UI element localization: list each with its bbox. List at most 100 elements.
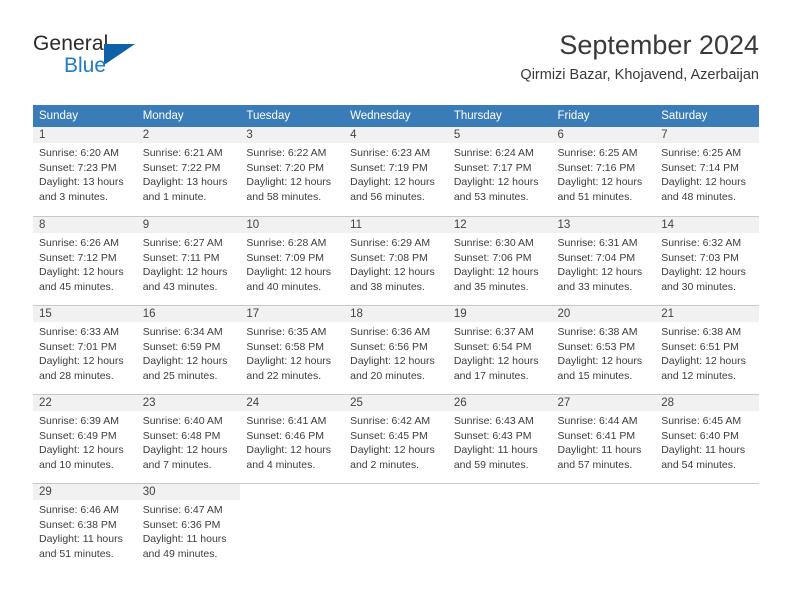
day-number: 26 (447, 395, 552, 411)
day-cell-15[interactable]: 15 Sunrise: 6:33 AM Sunset: 7:01 PM Dayl… (33, 305, 137, 394)
calendar-cell[interactable]: 29 Sunrise: 6:46 AM Sunset: 6:38 PM Dayl… (33, 483, 137, 572)
daylight-text-line1: Daylight: 12 hours (142, 266, 228, 279)
daylight-text-line2: and 4 minutes. (246, 458, 316, 471)
sunrise-text: Sunrise: 6:33 AM (39, 326, 119, 338)
sunrise-text: Sunrise: 6:35 AM (246, 326, 327, 338)
logo-text-general: General (33, 32, 109, 55)
day-details: Sunrise: 6:25 AM Sunset: 7:16 PM Dayligh… (552, 143, 656, 204)
calendar-cell[interactable]: 30 Sunrise: 6:47 AM Sunset: 6:36 PM Dayl… (136, 483, 241, 572)
calendar-cell[interactable]: 19 Sunrise: 6:37 AM Sunset: 6:54 PM Dayl… (447, 305, 552, 394)
day-cell-16[interactable]: 16 Sunrise: 6:34 AM Sunset: 6:59 PM Dayl… (136, 305, 241, 394)
calendar-cell[interactable]: 16 Sunrise: 6:34 AM Sunset: 6:59 PM Dayl… (136, 305, 241, 394)
daylight-text-line2: and 45 minutes. (39, 280, 114, 293)
calendar-cell[interactable]: 22 Sunrise: 6:39 AM Sunset: 6:49 PM Dayl… (33, 394, 137, 483)
day-cell-8[interactable]: 8 Sunrise: 6:26 AM Sunset: 7:12 PM Dayli… (33, 216, 137, 305)
calendar-cell[interactable]: 2 Sunrise: 6:21 AM Sunset: 7:22 PM Dayli… (136, 127, 241, 216)
daylight-text-line2: and 43 minutes. (142, 280, 218, 293)
day-details: Sunrise: 6:39 AM Sunset: 6:49 PM Dayligh… (33, 411, 137, 472)
day-cell-11[interactable]: 11 Sunrise: 6:29 AM Sunset: 7:08 PM Dayl… (344, 216, 448, 305)
calendar-cell[interactable]: 27 Sunrise: 6:44 AM Sunset: 6:41 PM Dayl… (551, 394, 656, 483)
sunset-text: Sunset: 7:19 PM (350, 161, 428, 174)
calendar-cell[interactable]: 10 Sunrise: 6:28 AM Sunset: 7:09 PM Dayl… (240, 216, 345, 305)
day-cell-4[interactable]: 4 Sunrise: 6:23 AM Sunset: 7:19 PM Dayli… (344, 127, 448, 216)
day-cell-7[interactable]: 7 Sunrise: 6:25 AM Sunset: 7:14 PM Dayli… (655, 127, 759, 216)
calendar-cell[interactable]: 25 Sunrise: 6:42 AM Sunset: 6:45 PM Dayl… (344, 394, 448, 483)
day-cell-17[interactable]: 17 Sunrise: 6:35 AM Sunset: 6:58 PM Dayl… (240, 305, 345, 394)
calendar-cell[interactable]: 5 Sunrise: 6:24 AM Sunset: 7:17 PM Dayli… (447, 127, 552, 216)
day-number (448, 484, 552, 500)
day-cell-2[interactable]: 2 Sunrise: 6:21 AM Sunset: 7:22 PM Dayli… (136, 127, 241, 216)
calendar-cell[interactable]: 8 Sunrise: 6:26 AM Sunset: 7:12 PM Dayli… (33, 216, 137, 305)
calendar-cell[interactable]: 17 Sunrise: 6:35 AM Sunset: 6:58 PM Dayl… (240, 305, 345, 394)
calendar-cell[interactable]: 11 Sunrise: 6:29 AM Sunset: 7:08 PM Dayl… (344, 216, 448, 305)
sunset-text: Sunset: 7:22 PM (142, 161, 221, 174)
day-cell-23[interactable]: 23 Sunrise: 6:40 AM Sunset: 6:48 PM Dayl… (136, 394, 241, 483)
day-cell-25[interactable]: 25 Sunrise: 6:42 AM Sunset: 6:45 PM Dayl… (344, 394, 448, 483)
day-cell-18[interactable]: 18 Sunrise: 6:36 AM Sunset: 6:56 PM Dayl… (344, 305, 448, 394)
day-cell-26[interactable]: 26 Sunrise: 6:43 AM Sunset: 6:43 PM Dayl… (447, 394, 552, 483)
day-cell-12[interactable]: 12 Sunrise: 6:30 AM Sunset: 7:06 PM Dayl… (447, 216, 552, 305)
day-number: 1 (33, 127, 137, 143)
calendar-cell[interactable]: 28 Sunrise: 6:45 AM Sunset: 6:40 PM Dayl… (655, 394, 759, 483)
sunrise-text: Sunrise: 6:36 AM (350, 326, 431, 338)
calendar-cell[interactable]: 15 Sunrise: 6:33 AM Sunset: 7:01 PM Dayl… (33, 305, 137, 394)
calendar-cell[interactable]: 26 Sunrise: 6:43 AM Sunset: 6:43 PM Dayl… (447, 394, 552, 483)
calendar-cell[interactable]: 6 Sunrise: 6:25 AM Sunset: 7:16 PM Dayli… (551, 127, 656, 216)
day-cell-6[interactable]: 6 Sunrise: 6:25 AM Sunset: 7:16 PM Dayli… (551, 127, 656, 216)
day-cell-21[interactable]: 21 Sunrise: 6:38 AM Sunset: 6:51 PM Dayl… (655, 305, 759, 394)
day-cell-20[interactable]: 20 Sunrise: 6:38 AM Sunset: 6:53 PM Dayl… (551, 305, 656, 394)
daylight-text-line1: Daylight: 12 hours (453, 176, 539, 189)
day-number: 21 (655, 306, 759, 322)
day-details: Sunrise: 6:27 AM Sunset: 7:11 PM Dayligh… (137, 233, 241, 294)
calendar-cell[interactable]: 4 Sunrise: 6:23 AM Sunset: 7:19 PM Dayli… (344, 127, 448, 216)
daylight-text-line1: Daylight: 12 hours (39, 266, 124, 279)
calendar-cell[interactable]: 9 Sunrise: 6:27 AM Sunset: 7:11 PM Dayli… (136, 216, 241, 305)
day-cell-28[interactable]: 28 Sunrise: 6:45 AM Sunset: 6:40 PM Dayl… (655, 394, 759, 483)
calendar-cell[interactable]: 3 Sunrise: 6:22 AM Sunset: 7:20 PM Dayli… (240, 127, 345, 216)
weekday-header-thursday: Thursday (447, 105, 552, 127)
day-cell-3[interactable]: 3 Sunrise: 6:22 AM Sunset: 7:20 PM Dayli… (240, 127, 345, 216)
day-cell-22[interactable]: 22 Sunrise: 6:39 AM Sunset: 6:49 PM Dayl… (33, 394, 137, 483)
day-cell-14[interactable]: 14 Sunrise: 6:32 AM Sunset: 7:03 PM Dayl… (655, 216, 759, 305)
daylight-text-line1: Daylight: 12 hours (453, 355, 539, 368)
day-details: Sunrise: 6:47 AM Sunset: 6:36 PM Dayligh… (137, 500, 241, 561)
day-cell-13[interactable]: 13 Sunrise: 6:31 AM Sunset: 7:04 PM Dayl… (551, 216, 656, 305)
calendar-cell[interactable]: 12 Sunrise: 6:30 AM Sunset: 7:06 PM Dayl… (447, 216, 552, 305)
day-cell-9[interactable]: 9 Sunrise: 6:27 AM Sunset: 7:11 PM Dayli… (136, 216, 241, 305)
day-number: 4 (344, 127, 448, 143)
sunrise-text: Sunrise: 6:24 AM (453, 147, 534, 159)
daylight-text-line2: and 22 minutes. (246, 369, 322, 382)
week-row: 8 Sunrise: 6:26 AM Sunset: 7:12 PM Dayli… (33, 216, 759, 305)
weekday-header-row: Sunday Monday Tuesday Wednesday Thursday… (33, 105, 759, 127)
daylight-text-line1: Daylight: 11 hours (453, 444, 538, 457)
day-number: 30 (136, 484, 241, 500)
calendar-cell[interactable]: 23 Sunrise: 6:40 AM Sunset: 6:48 PM Dayl… (136, 394, 241, 483)
calendar-cell[interactable]: 20 Sunrise: 6:38 AM Sunset: 6:53 PM Dayl… (551, 305, 656, 394)
calendar-cell[interactable]: 21 Sunrise: 6:38 AM Sunset: 6:51 PM Dayl… (655, 305, 759, 394)
calendar-cell[interactable]: 1 Sunrise: 6:20 AM Sunset: 7:23 PM Dayli… (33, 127, 137, 216)
day-cell-19[interactable]: 19 Sunrise: 6:37 AM Sunset: 6:54 PM Dayl… (447, 305, 552, 394)
page-title: September 2024 (559, 30, 759, 60)
day-details: Sunrise: 6:37 AM Sunset: 6:54 PM Dayligh… (448, 322, 552, 383)
day-cell-29[interactable]: 29 Sunrise: 6:46 AM Sunset: 6:38 PM Dayl… (33, 483, 137, 572)
day-cell-10[interactable]: 10 Sunrise: 6:28 AM Sunset: 7:09 PM Dayl… (240, 216, 345, 305)
day-cell-27[interactable]: 27 Sunrise: 6:44 AM Sunset: 6:41 PM Dayl… (551, 394, 656, 483)
calendar-cell[interactable]: 24 Sunrise: 6:41 AM Sunset: 6:46 PM Dayl… (240, 394, 345, 483)
daylight-text-line1: Daylight: 12 hours (39, 444, 124, 457)
day-cell-empty (551, 483, 656, 572)
day-details: Sunrise: 6:29 AM Sunset: 7:08 PM Dayligh… (344, 233, 448, 294)
general-blue-logo[interactable]: General Blue (33, 32, 183, 84)
calendar-cell[interactable]: 14 Sunrise: 6:32 AM Sunset: 7:03 PM Dayl… (655, 216, 759, 305)
day-number: 20 (551, 306, 656, 322)
day-number: 29 (33, 484, 137, 500)
day-cell-5[interactable]: 5 Sunrise: 6:24 AM Sunset: 7:17 PM Dayli… (447, 127, 552, 216)
calendar-body: 1 Sunrise: 6:20 AM Sunset: 7:23 PM Dayli… (33, 127, 759, 572)
week-row: 29 Sunrise: 6:46 AM Sunset: 6:38 PM Dayl… (33, 483, 759, 572)
calendar-cell[interactable]: 18 Sunrise: 6:36 AM Sunset: 6:56 PM Dayl… (344, 305, 448, 394)
day-cell-30[interactable]: 30 Sunrise: 6:47 AM Sunset: 6:36 PM Dayl… (136, 483, 241, 572)
day-cell-1[interactable]: 1 Sunrise: 6:20 AM Sunset: 7:23 PM Dayli… (33, 127, 137, 216)
daylight-text-line1: Daylight: 12 hours (661, 176, 746, 189)
calendar-cell[interactable]: 7 Sunrise: 6:25 AM Sunset: 7:14 PM Dayli… (655, 127, 759, 216)
calendar-cell[interactable]: 13 Sunrise: 6:31 AM Sunset: 7:04 PM Dayl… (551, 216, 656, 305)
day-cell-24[interactable]: 24 Sunrise: 6:41 AM Sunset: 6:46 PM Dayl… (240, 394, 345, 483)
